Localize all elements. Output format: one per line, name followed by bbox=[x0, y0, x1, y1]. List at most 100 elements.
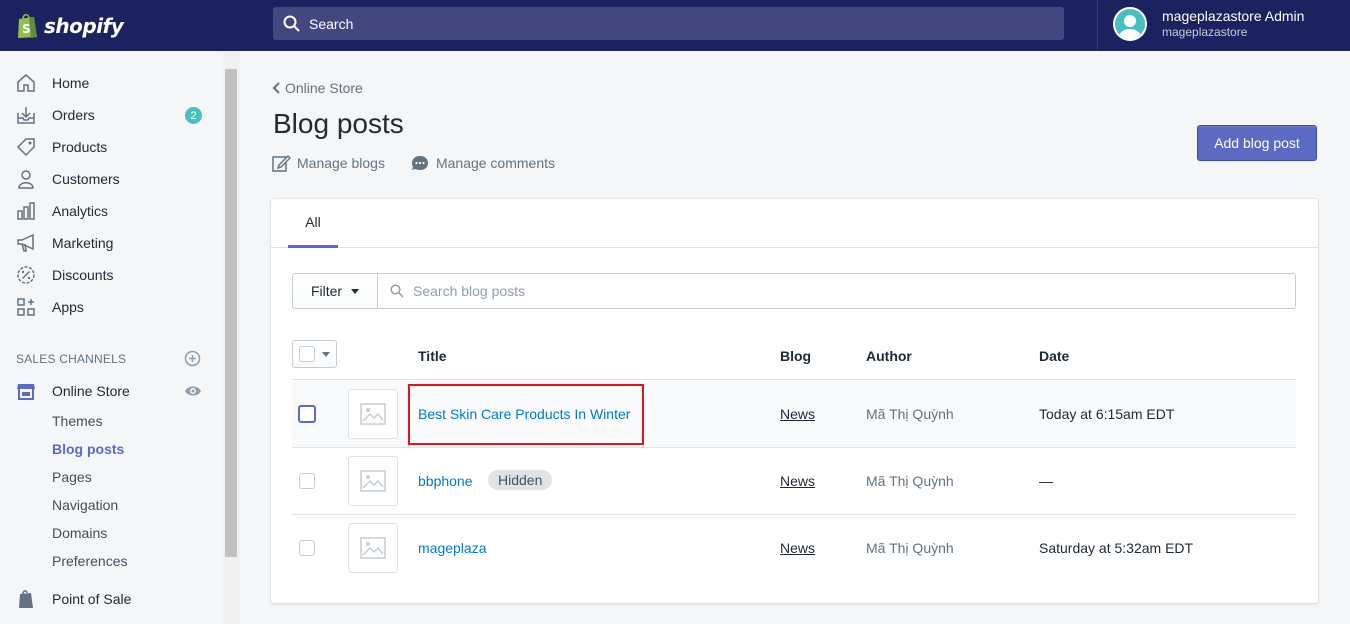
manage-blogs-button[interactable]: Manage blogs bbox=[271, 153, 385, 173]
sidebar-item-products[interactable]: Products bbox=[16, 134, 107, 160]
author: Mã Thị Quỳnh bbox=[866, 473, 954, 489]
breadcrumb-label: Online Store bbox=[285, 80, 363, 96]
shopify-bag-icon: S bbox=[18, 13, 37, 38]
table-row[interactable]: mageplaza News Mã Thị Quỳnh Saturday at … bbox=[292, 515, 1296, 582]
orders-icon bbox=[16, 105, 36, 125]
brand-name: shopify bbox=[44, 13, 124, 38]
top-bar: S shopify Search mageplazastore Admin ma… bbox=[0, 0, 1350, 51]
author: Mã Thị Quỳnh bbox=[866, 406, 954, 422]
date: Today at 6:15am EDT bbox=[1039, 406, 1175, 422]
sidebar-item-point-of-sale[interactable]: Point of Sale bbox=[16, 586, 131, 612]
scrollbar-thumb[interactable] bbox=[225, 69, 237, 557]
sidebar-item-customers[interactable]: Customers bbox=[16, 166, 120, 192]
add-blog-post-button[interactable]: Add blog post bbox=[1197, 125, 1317, 161]
row-checkbox[interactable] bbox=[299, 473, 315, 489]
page-actions: Manage blogs Manage comments bbox=[271, 153, 580, 173]
sidebar-subitem-pages[interactable]: Pages bbox=[52, 469, 92, 485]
discount-icon bbox=[16, 265, 36, 285]
breadcrumb[interactable]: Online Store bbox=[271, 80, 363, 96]
shopify-logo[interactable]: S shopify bbox=[0, 0, 240, 51]
search-blog-posts-input[interactable]: Search blog posts bbox=[378, 273, 1296, 309]
apps-icon bbox=[16, 297, 36, 317]
column-title[interactable]: Title bbox=[418, 348, 447, 364]
search-label: Search bbox=[309, 15, 354, 32]
date: — bbox=[1039, 473, 1053, 489]
edit-icon bbox=[272, 154, 291, 172]
sidebar-scrollbar[interactable] bbox=[223, 51, 240, 624]
post-title-link[interactable]: mageplaza bbox=[418, 540, 487, 556]
date: Saturday at 5:32am EDT bbox=[1039, 540, 1194, 556]
sidebar-item-label: Home bbox=[52, 75, 90, 91]
checkbox[interactable] bbox=[299, 346, 315, 362]
sidebar-item-home[interactable]: Home bbox=[16, 70, 89, 96]
column-blog[interactable]: Blog bbox=[780, 348, 811, 364]
highlight-box bbox=[408, 384, 644, 445]
avatar bbox=[1113, 7, 1147, 41]
search-icon bbox=[283, 15, 300, 32]
image-placeholder-icon bbox=[348, 389, 398, 439]
sidebar-subitem-navigation[interactable]: Navigation bbox=[52, 497, 118, 513]
row-checkbox[interactable] bbox=[298, 405, 316, 423]
manage-blogs-label: Manage blogs bbox=[297, 155, 385, 171]
sidebar-item-online-store[interactable]: Online Store bbox=[16, 378, 130, 404]
sidebar-item-label: Orders bbox=[52, 107, 95, 123]
manage-comments-button[interactable]: Manage comments bbox=[410, 153, 555, 173]
user-menu[interactable]: mageplazastore Admin mageplazastore bbox=[1113, 7, 1304, 41]
table-row[interactable]: bbphone Hidden News Mã Thị Quỳnh — bbox=[292, 448, 1296, 515]
tabs: All bbox=[271, 199, 1318, 248]
store-icon bbox=[16, 381, 36, 401]
filter-row: Filter Search blog posts bbox=[292, 273, 1296, 309]
person-icon bbox=[16, 169, 36, 189]
manage-comments-label: Manage comments bbox=[435, 155, 556, 171]
post-title-link[interactable]: bbphone bbox=[418, 473, 473, 489]
blog-link[interactable]: News bbox=[780, 406, 815, 422]
sidebar-subitem-themes[interactable]: Themes bbox=[52, 413, 103, 429]
store-name: mageplazastore bbox=[1162, 25, 1248, 39]
bar-chart-icon bbox=[16, 201, 36, 221]
sales-channels-heading: SALES CHANNELS bbox=[16, 352, 127, 366]
sidebar-item-label: Marketing bbox=[52, 235, 114, 251]
orders-count-badge: 2 bbox=[185, 107, 202, 124]
page-title: Blog posts bbox=[273, 108, 404, 139]
author: Mã Thị Quỳnh bbox=[866, 540, 954, 556]
user-name: mageplazastore Admin bbox=[1162, 8, 1305, 24]
sidebar-item-label: Apps bbox=[52, 299, 84, 315]
svg-text:S: S bbox=[22, 22, 31, 36]
sidebar-item-label: Products bbox=[52, 139, 108, 155]
tab-all[interactable]: All bbox=[288, 199, 338, 248]
sidebar-item-analytics[interactable]: Analytics bbox=[16, 198, 108, 224]
blog-link[interactable]: News bbox=[780, 473, 815, 489]
sidebar-item-discounts[interactable]: Discounts bbox=[16, 262, 113, 288]
column-author[interactable]: Author bbox=[866, 348, 912, 364]
select-all-checkbox[interactable] bbox=[292, 340, 337, 368]
column-date[interactable]: Date bbox=[1039, 348, 1069, 364]
sidebar-item-orders[interactable]: Orders bbox=[16, 102, 95, 128]
blog-link[interactable]: News bbox=[780, 540, 815, 556]
status-badge: Hidden bbox=[488, 470, 553, 490]
image-placeholder-icon bbox=[348, 523, 398, 573]
sidebar-item-label: Customers bbox=[52, 171, 120, 187]
filter-button[interactable]: Filter bbox=[292, 273, 378, 309]
sidebar-subitem-preferences[interactable]: Preferences bbox=[52, 553, 127, 569]
sidebar-subitem-domains[interactable]: Domains bbox=[52, 525, 107, 541]
tag-icon bbox=[16, 137, 36, 157]
home-icon bbox=[16, 73, 36, 93]
sidebar-item-apps[interactable]: Apps bbox=[16, 294, 84, 320]
sidebar-item-label: Discounts bbox=[52, 267, 114, 283]
caret-down-icon bbox=[322, 351, 330, 357]
chevron-left-icon bbox=[272, 82, 280, 94]
filter-label: Filter bbox=[310, 283, 343, 299]
add-channel-icon[interactable] bbox=[184, 350, 201, 367]
global-search[interactable]: Search bbox=[273, 7, 1064, 40]
shopify-pos-icon bbox=[16, 589, 36, 609]
sidebar-subitem-blog-posts[interactable]: Blog posts bbox=[52, 441, 124, 457]
sidebar-item-marketing[interactable]: Marketing bbox=[16, 230, 113, 256]
table-header: Title Blog Author Date bbox=[292, 333, 1296, 380]
image-placeholder-icon bbox=[348, 456, 398, 506]
row-checkbox[interactable] bbox=[299, 540, 315, 556]
comment-icon bbox=[411, 156, 428, 170]
search-placeholder: Search blog posts bbox=[413, 283, 526, 299]
caret-down-icon bbox=[351, 288, 360, 294]
megaphone-icon bbox=[16, 233, 36, 253]
eye-icon[interactable] bbox=[184, 384, 202, 398]
